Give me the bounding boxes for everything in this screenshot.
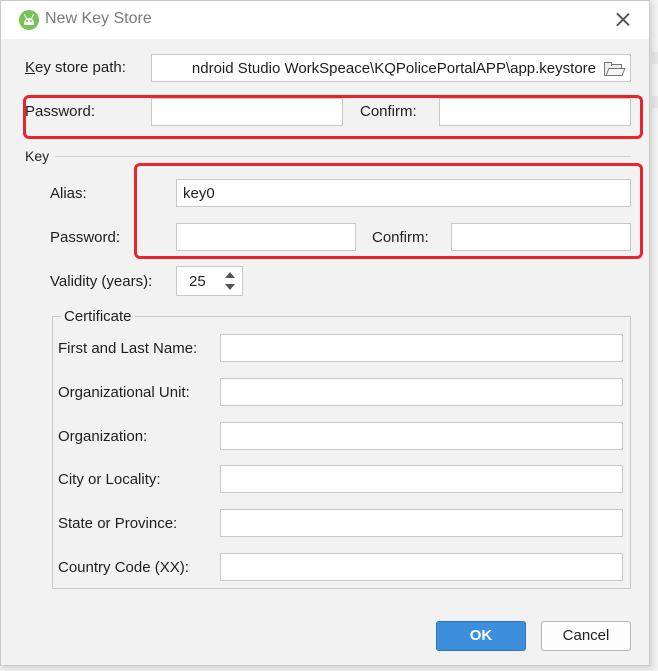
key-section-divider [55,156,631,157]
key-store-path-value: ndroid Studio WorkSpeace\KQPolicePortalA… [191,60,596,77]
keystore-password-label: Password: [25,103,96,120]
country-code-input[interactable] [220,553,623,581]
background-window-edge [652,96,658,108]
close-icon[interactable] [611,8,635,32]
alias-label: Alias: [50,185,87,202]
ok-button[interactable]: OK [436,621,526,651]
key-password-input[interactable] [176,223,356,251]
cancel-button[interactable]: Cancel [541,621,631,651]
city-locality-input[interactable] [220,465,623,493]
key-password-label: Password: [50,229,121,246]
spinner-up-icon[interactable] [223,270,237,282]
validity-value: 25 [189,273,206,290]
first-last-name-input[interactable] [220,334,623,362]
validity-spinner[interactable]: 25 [176,266,243,296]
title-bar: New Key Store [1,1,649,39]
state-province-label: State or Province: [58,515,178,532]
keystore-password-input[interactable] [151,98,343,126]
new-key-store-dialog: New Key Store Key store path: ndroid Stu… [0,0,650,666]
city-locality-label: City or Locality: [58,471,161,488]
key-confirm-input[interactable] [451,223,631,251]
first-last-name-label: First and Last Name: [58,340,198,357]
key-store-path-label-text: ey store path: [35,59,126,76]
state-province-input[interactable] [220,509,623,537]
organizational-unit-input[interactable] [220,378,623,406]
key-store-path-field[interactable]: ndroid Studio WorkSpeace\KQPolicePortalA… [151,54,631,82]
folder-icon[interactable] [604,62,626,76]
spinner-down-icon[interactable] [223,282,237,294]
validity-label: Validity (years): [50,273,153,290]
key-store-path-label: Key store path: [25,59,126,76]
key-section-label: Key [25,148,50,164]
key-confirm-label: Confirm: [372,229,429,246]
dialog-title: New Key Store [45,10,152,27]
certificate-legend: Certificate [61,308,135,325]
alias-input[interactable] [176,179,631,207]
android-studio-icon [19,10,39,30]
organization-label: Organization: [58,428,148,445]
keystore-confirm-input[interactable] [439,98,631,126]
country-code-label: Country Code (XX): [58,559,189,576]
organizational-unit-label: Organizational Unit: [58,384,190,401]
organization-input[interactable] [220,422,623,450]
keystore-confirm-label: Confirm: [360,103,417,120]
background-window-edge [652,52,658,64]
